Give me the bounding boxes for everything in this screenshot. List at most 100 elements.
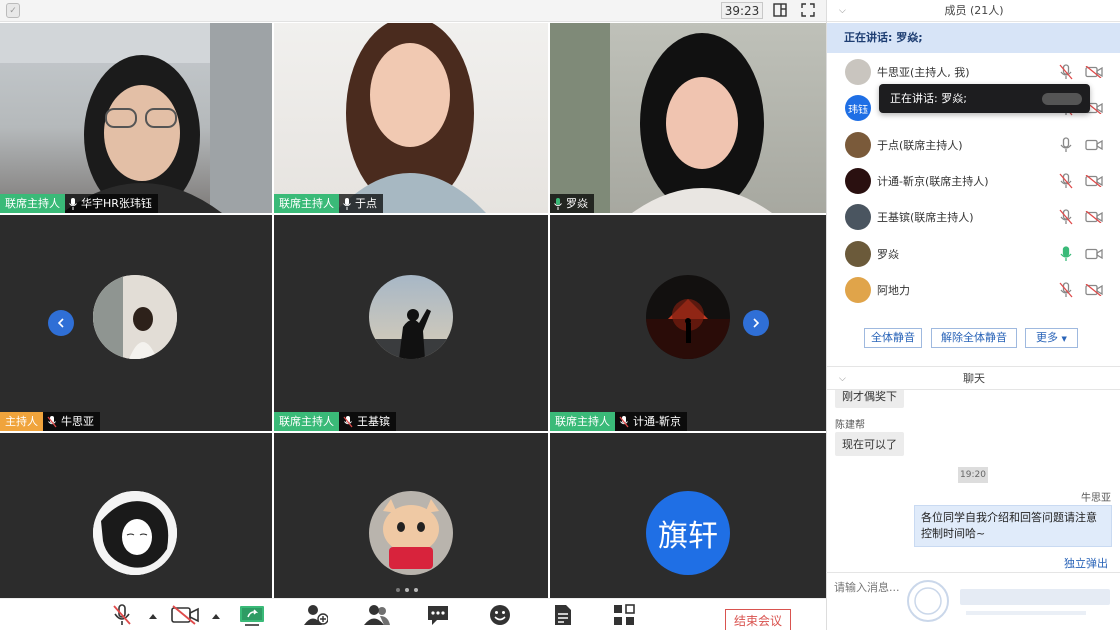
tile-namebar: 主持人 牛思亚 (0, 412, 100, 431)
participant-name: 王基镔 (339, 412, 396, 431)
camera-icon[interactable] (1085, 248, 1103, 260)
share-screen-icon (240, 606, 264, 626)
camera-off-icon[interactable] (1085, 211, 1103, 223)
mute-all-button[interactable]: 全体静音 (864, 328, 922, 348)
participant-avatar (369, 275, 453, 359)
mic-icon (69, 197, 77, 210)
invite-button[interactable] (303, 603, 329, 627)
prev-page-button[interactable] (48, 310, 74, 336)
camera-off-icon (171, 605, 199, 625)
apps-grid-icon (614, 604, 635, 625)
stop-video-button[interactable] (170, 603, 200, 627)
video-tile[interactable] (0, 433, 272, 598)
document-button[interactable] (552, 603, 574, 627)
role-badge: 主持人 (0, 412, 43, 431)
video-tile[interactable] (274, 433, 548, 598)
collapse-chevron-icon[interactable]: ⌵ (839, 367, 846, 391)
member-name: 阿地力 (877, 284, 910, 297)
participants-button[interactable] (364, 603, 390, 627)
unmute-all-button[interactable]: 解除全体静音 (931, 328, 1017, 348)
camera-off-icon[interactable] (1085, 175, 1103, 187)
chat-message: 现在可以了 (835, 432, 904, 456)
video-tile[interactable]: 罗焱 (550, 23, 826, 213)
chevron-right-icon (753, 318, 760, 328)
chat-header[interactable]: ⌵ 聊天 (827, 366, 1120, 390)
role-badge: 联席主持人 (550, 412, 615, 431)
tooltip-text: 正在讲话: 罗焱; (890, 92, 967, 105)
video-tile[interactable]: 旗轩 (550, 433, 826, 598)
chat-button[interactable] (426, 603, 450, 627)
member-row[interactable]: 牛思亚(主持人, 我) (845, 58, 1115, 86)
video-tile[interactable]: 联席主持人 王基镔 (274, 215, 548, 431)
video-tile[interactable]: 联席主持人 华宇HR张玮钰 (0, 23, 272, 213)
mic-icon (343, 197, 351, 210)
member-avatar (845, 59, 871, 85)
member-name: 王基镔(联席主持人) (877, 211, 974, 224)
member-row[interactable]: 计通-靳京(联席主持人) (845, 167, 1115, 195)
dropdown-caret-icon: ▼ (1061, 335, 1067, 343)
member-row[interactable]: 王基镔(联席主持人) (845, 203, 1115, 231)
member-row[interactable]: 罗焱 (845, 240, 1115, 268)
member-avatar (845, 168, 871, 194)
video-options-caret[interactable] (212, 614, 220, 619)
mic-muted-icon (47, 415, 57, 427)
mic-icon[interactable] (1059, 137, 1073, 153)
security-shield-icon[interactable]: ✓ (6, 3, 20, 18)
participant-name-text: 计通-靳京 (633, 415, 681, 428)
chevron-left-icon (57, 318, 64, 328)
end-meeting-button[interactable]: 结束会议 (725, 609, 791, 630)
redacted-blur (1042, 93, 1082, 105)
tile-namebar: 联席主持人 王基镔 (274, 412, 396, 431)
participant-video (550, 23, 772, 213)
camera-off-icon[interactable] (1085, 66, 1103, 78)
video-tile[interactable]: 联席主持人 计通-靳京 (550, 215, 826, 431)
page-dot[interactable] (396, 588, 400, 592)
reactions-button[interactable] (488, 603, 512, 627)
member-row[interactable]: 阿地力 (845, 276, 1115, 304)
mic-options-caret[interactable] (149, 614, 157, 619)
popout-chat-link[interactable]: 独立弹出 (1064, 555, 1108, 571)
chat-icon (428, 606, 448, 625)
participant-name-text: 牛思亚 (61, 415, 94, 428)
avatar-initials: 玮钰 (848, 104, 868, 116)
mic-muted-icon[interactable] (1059, 173, 1073, 189)
next-page-button[interactable] (743, 310, 769, 336)
participant-avatar (369, 491, 453, 575)
participant-avatar: 旗轩 (646, 491, 730, 575)
mic-icon[interactable] (1059, 246, 1073, 262)
participant-video (334, 23, 486, 213)
share-screen-button[interactable] (238, 603, 266, 627)
collapse-chevron-icon[interactable]: ⌵ (839, 0, 846, 22)
role-badge: 联席主持人 (0, 194, 65, 213)
video-tile[interactable]: 联席主持人 于点 (274, 23, 548, 213)
mic-muted-icon[interactable] (1059, 209, 1073, 225)
members-title: 成员 (21人) (944, 4, 1004, 17)
mic-muted-icon[interactable] (1059, 64, 1073, 80)
speaking-tooltip: 正在讲话: 罗焱; (879, 84, 1090, 113)
tile-namebar: 联席主持人 华宇HR张玮钰 (0, 194, 158, 213)
more-button[interactable]: 更多 ▼ (1025, 328, 1078, 348)
more-label: 更多 (1036, 331, 1059, 344)
participant-name: 华宇HR张玮钰 (65, 194, 158, 213)
fullscreen-icon[interactable] (800, 2, 816, 18)
camera-off-icon[interactable] (1085, 284, 1103, 296)
meeting-timer: 39:23 (721, 2, 763, 19)
page-dot[interactable] (405, 588, 409, 592)
bottom-toolbar (0, 598, 826, 630)
layout-toggle-icon[interactable] (772, 2, 788, 18)
chat-sender: 牛思亚 (1081, 493, 1111, 504)
role-badge: 联席主持人 (274, 194, 339, 213)
document-icon (555, 605, 571, 625)
member-row[interactable]: 于点(联席主持人) (845, 131, 1115, 159)
mute-mic-button[interactable] (110, 603, 134, 627)
members-header[interactable]: ⌵ 成员 (21人) (827, 0, 1120, 22)
participant-name-text: 王基镔 (357, 415, 390, 428)
video-tile[interactable]: 主持人 牛思亚 (0, 215, 272, 431)
apps-button[interactable] (612, 603, 636, 627)
mic-muted-icon (343, 415, 353, 427)
participant-video (0, 23, 272, 213)
chat-message: 刚才偶奖下 (835, 390, 904, 408)
camera-icon[interactable] (1085, 139, 1103, 151)
mic-muted-icon[interactable] (1059, 282, 1073, 298)
page-dot[interactable] (414, 588, 418, 592)
